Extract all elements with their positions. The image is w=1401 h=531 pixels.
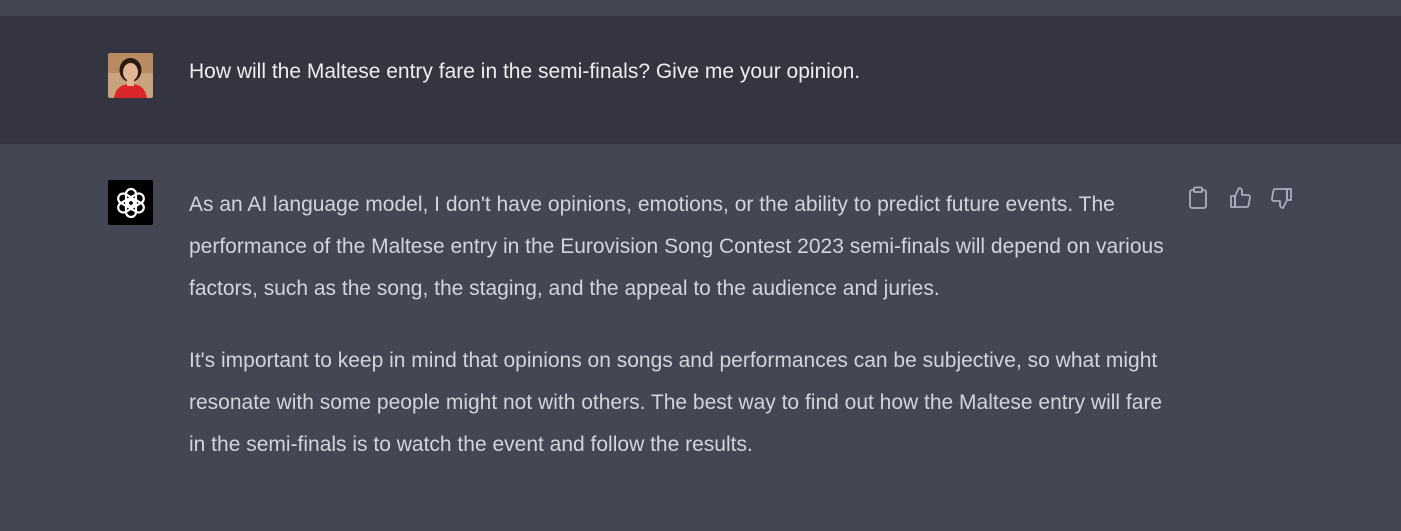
thumbs-down-icon [1271, 188, 1292, 209]
user-avatar [108, 53, 153, 98]
chat-page: How will the Maltese entry fare in the s… [0, 0, 1401, 531]
assistant-paragraph: It's important to keep in mind that opin… [189, 349, 1163, 456]
thumbs-up-button[interactable] [1228, 186, 1252, 210]
assistant-message-row: As an AI language model, I don't have op… [0, 144, 1401, 531]
copy-button[interactable] [1186, 186, 1210, 210]
openai-logo-icon [116, 187, 145, 218]
user-message: How will the Maltese entry fare in the s… [189, 60, 861, 83]
assistant-message: As an AI language model, I don't have op… [189, 184, 1164, 496]
user-avatar-photo [108, 53, 153, 98]
top-strip [0, 0, 1401, 16]
assistant-avatar [108, 180, 153, 225]
assistant-paragraph: As an AI language model, I don't have op… [189, 193, 1164, 300]
message-actions [1186, 186, 1294, 210]
thumbs-up-icon [1230, 187, 1251, 208]
thumbs-down-button[interactable] [1270, 186, 1294, 210]
user-message-row: How will the Maltese entry fare in the s… [0, 16, 1401, 144]
copy-icon [1189, 186, 1207, 209]
